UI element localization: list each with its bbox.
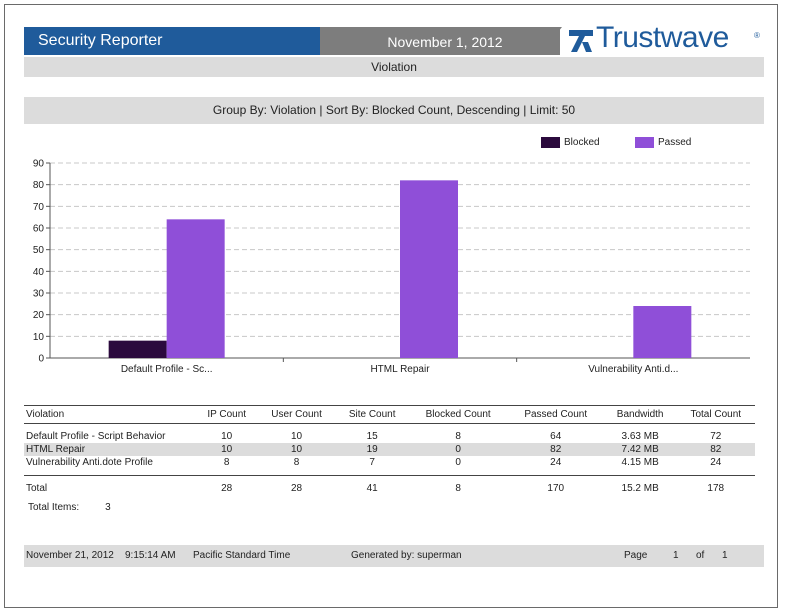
brand-name: Trustwave — [596, 21, 729, 54]
table-row: HTML Repair 10 10 19 0 82 7.42 MB 82 — [24, 442, 755, 456]
legend-swatch-passed — [635, 137, 654, 148]
x-tick-label: Vulnerability Anti.d... — [588, 364, 678, 375]
col-total-count: Total Count — [676, 405, 755, 424]
section-title: Violation — [24, 57, 764, 77]
col-site-count: Site Count — [335, 405, 409, 424]
cell-blocked-count: 8 — [455, 430, 461, 442]
cell-violation: Vulnerability Anti.dote Profile — [26, 456, 153, 468]
group-sort-summary: Group By: Violation | Sort By: Blocked C… — [24, 97, 764, 124]
trustwave-logo-icon — [569, 30, 593, 52]
total-total-count: 178 — [707, 482, 725, 494]
cell-violation: Default Profile - Script Behavior — [26, 430, 166, 442]
cell-violation: HTML Repair — [24, 442, 196, 456]
cell-user-count: 8 — [293, 456, 300, 468]
cell-user-count: 10 — [291, 430, 303, 442]
total-site-count: 41 — [366, 482, 378, 494]
cell-site-count: 19 — [335, 442, 409, 456]
col-user-count: User Count — [257, 405, 336, 424]
legend-label-blocked: Blocked — [564, 137, 600, 149]
y-tick-label: 10 — [33, 332, 45, 343]
legend-passed: Passed — [635, 137, 691, 148]
total-items-label: Total Items: — [28, 502, 80, 513]
table-row: Vulnerability Anti.dote Profile 8 8 7 0 … — [24, 456, 755, 469]
bar-blocked — [108, 340, 167, 358]
report-header: Security Reporter November 1, 2012 Trust… — [24, 21, 764, 57]
date-band-edge — [538, 27, 562, 55]
cell-total-count: 24 — [710, 456, 722, 468]
cell-bandwidth: 4.15 MB — [621, 456, 659, 468]
y-tick-label: 70 — [33, 202, 45, 213]
y-tick-label: 80 — [33, 180, 45, 191]
total-bandwidth: 15.2 MB — [621, 482, 659, 494]
report-date: November 1, 2012 — [387, 34, 503, 50]
cell-ip-count: 10 — [221, 430, 233, 442]
col-blocked-count: Blocked Count — [408, 405, 508, 424]
cell-site-count: 7 — [369, 456, 375, 468]
col-passed-count: Passed Count — [507, 405, 604, 424]
cell-total-count: 82 — [676, 442, 755, 456]
footer-page-number: 1 — [673, 550, 679, 561]
col-violation: Violation — [24, 405, 196, 424]
trustwave-logo: Trustwave ® — [568, 21, 764, 57]
total-items: Total Items: 3 — [28, 502, 111, 513]
y-tick-label: 30 — [33, 289, 45, 300]
footer-page-label: Page — [624, 550, 648, 561]
y-tick-label: 50 — [33, 245, 45, 256]
legend-label-passed: Passed — [658, 137, 692, 149]
total-ip-count: 28 — [221, 482, 233, 494]
x-tick-label: HTML Repair — [370, 364, 430, 375]
total-passed-count: 170 — [547, 482, 565, 494]
y-tick-label: 40 — [33, 267, 45, 278]
cell-total-count: 72 — [710, 430, 722, 442]
bar-passed — [166, 219, 225, 358]
y-tick-label: 20 — [33, 310, 45, 321]
footer-date: November 21, 2012 — [26, 550, 114, 561]
total-items-value: 3 — [105, 502, 111, 513]
violation-bar-chart: 0 10 20 30 40 50 60 70 80 90 Default Profile - Sc.… — [33, 159, 750, 375]
footer-page-count: 1 — [722, 550, 728, 561]
table-total-row: Total 28 28 41 8 170 15.2 MB 178 — [24, 475, 755, 495]
table-row: Default Profile - Script Behavior 10 10 … — [24, 430, 755, 443]
cell-site-count: 15 — [366, 430, 378, 442]
table-header-row: Violation IP Count User Count Site Count… — [24, 405, 755, 424]
report-footer: November 21, 2012 9:15:14 AM Pacific Sta… — [24, 545, 764, 567]
col-ip-count: IP Count — [196, 405, 258, 424]
violation-table: Violation IP Count User Count Site Count… — [24, 405, 755, 495]
report-date-band: November 1, 2012 — [320, 27, 560, 55]
legend-blocked: Blocked — [541, 137, 600, 148]
col-bandwidth: Bandwidth — [603, 405, 677, 424]
total-user-count: 28 — [291, 482, 303, 494]
y-tick-label: 60 — [33, 224, 45, 235]
footer-of-label: of — [696, 550, 705, 561]
bar-passed — [400, 180, 458, 358]
cell-blocked-count: 0 — [455, 456, 461, 468]
app-title: Security Reporter — [24, 27, 340, 55]
brand-registered-mark: ® — [754, 31, 760, 40]
footer-timezone: Pacific Standard Time — [193, 550, 291, 561]
y-tick-label: 0 — [38, 354, 44, 365]
footer-time: 9:15:14 AM — [125, 550, 176, 561]
cell-blocked-count: 0 — [408, 442, 508, 456]
cell-passed-count: 64 — [550, 430, 562, 442]
footer-generated-by: Generated by: superman — [351, 550, 462, 561]
bar-passed — [633, 306, 692, 358]
cell-passed-count: 82 — [507, 442, 604, 456]
legend-swatch-blocked — [541, 137, 560, 148]
total-blocked-count: 8 — [455, 482, 461, 494]
cell-ip-count: 8 — [223, 456, 230, 468]
x-tick-label: Default Profile - Sc... — [121, 364, 213, 375]
cell-bandwidth: 7.42 MB — [603, 442, 677, 456]
y-tick-label: 90 — [33, 159, 45, 170]
total-label: Total — [26, 482, 48, 494]
cell-ip-count: 10 — [196, 442, 258, 456]
cell-passed-count: 24 — [550, 456, 562, 468]
cell-user-count: 10 — [257, 442, 336, 456]
cell-bandwidth: 3.63 MB — [621, 430, 659, 442]
